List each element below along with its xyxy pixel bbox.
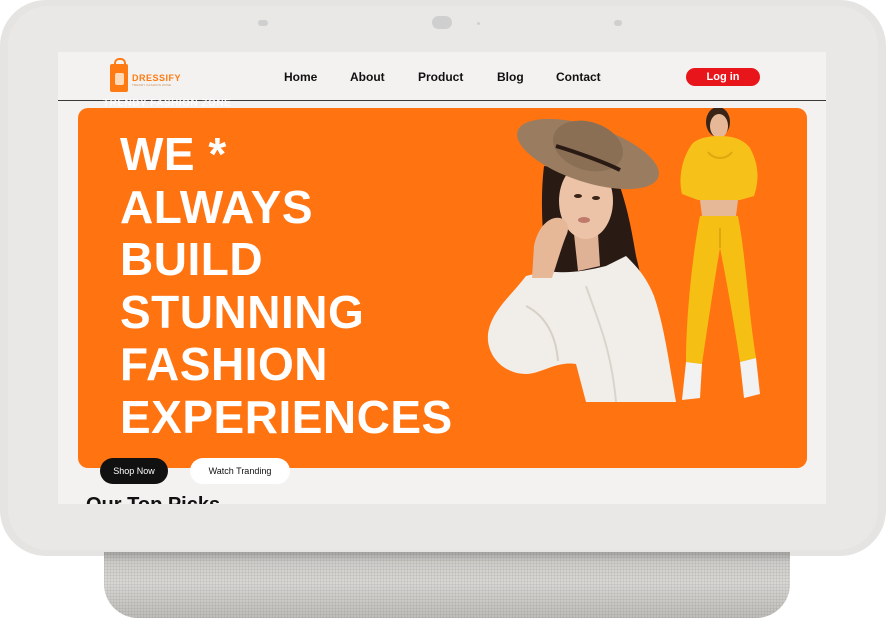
logo-text: DRESSIFY [132,73,182,83]
headline-line: EXPERIENCES [120,390,453,443]
sensor-left [258,20,268,26]
sensor-right [614,20,622,26]
sensor-dot [477,22,480,25]
model-white-shirt-image [487,118,676,403]
login-button[interactable]: Log in [686,68,760,86]
camera-icon [432,16,452,29]
headline-line: WE * [120,128,227,180]
device-frame: DRESSIFY TRENDY FASHION ZONE Home About … [0,0,886,556]
shop-now-button[interactable]: Shop Now [100,458,168,484]
nav-blog[interactable]: Blog [497,70,524,84]
nav-product[interactable]: Product [418,70,463,84]
section-title: Our Top Picks [86,494,220,504]
hero-headline: WE * ALWAYS BUILD STUNNING FASHION EXPER… [120,128,520,443]
watch-trending-button[interactable]: Watch Tranding [190,458,290,484]
nav-about[interactable]: About [350,70,385,84]
headline-line: BUILD [120,233,264,285]
base-shadow [104,552,790,562]
screen: DRESSIFY TRENDY FASHION ZONE Home About … [58,52,826,504]
shopping-bag-icon [110,58,128,92]
hero-banner: WE * ALWAYS BUILD STUNNING FASHION EXPER… [78,108,807,468]
logo[interactable]: DRESSIFY TRENDY FASHION ZONE [110,58,190,96]
logo-tagline: TRENDY FASHION ZONE [132,83,172,87]
headline-line: FASHION [120,338,328,390]
model-yellow-tracksuit-image [680,108,760,400]
nav-contact[interactable]: Contact [556,70,601,84]
headline-line: ALWAYS [120,180,314,233]
navbar: DRESSIFY TRENDY FASHION ZONE Home About … [58,52,826,101]
ghost-brand-text: TRENDY FASHION ZONE [103,98,232,109]
headline-line: STUNNING [120,285,365,338]
nav-home[interactable]: Home [284,70,317,84]
